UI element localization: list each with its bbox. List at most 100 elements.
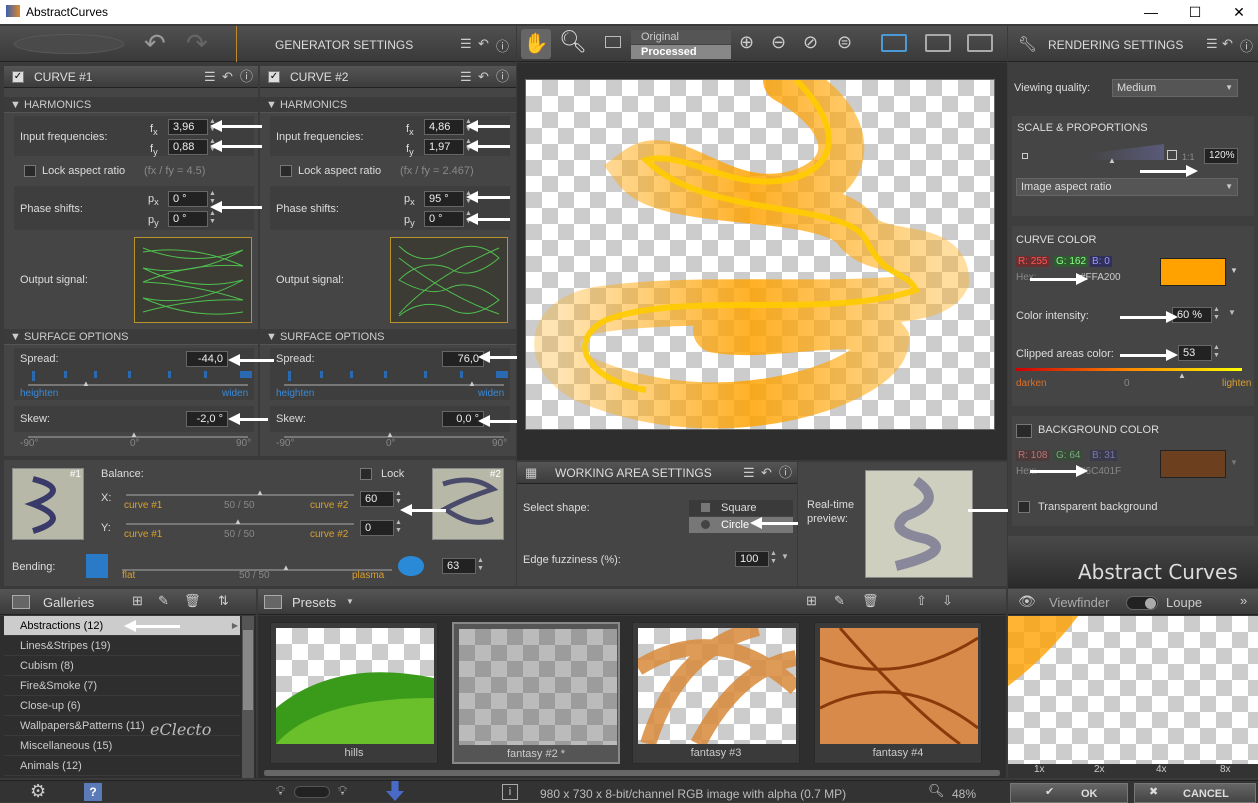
hand-tool-icon[interactable]: ✋ <box>521 29 551 59</box>
preset-card[interactable]: hills <box>270 622 438 764</box>
px-input[interactable]: 0 ° <box>168 191 208 207</box>
bg-color-dropdown-icon[interactable]: ▼ <box>1230 458 1238 467</box>
fx-input[interactable]: 3,96 <box>168 119 208 135</box>
harmonics-section[interactable]: ▼ HARMONICS <box>4 97 258 113</box>
y-balance-input[interactable]: 0 <box>360 520 394 536</box>
info-icon[interactable]: ⓘ <box>496 66 509 88</box>
gallery-item[interactable]: Cubism (8) <box>4 656 240 676</box>
clipped-stepper[interactable]: ▲ ▼ <box>1213 344 1220 360</box>
delete-preset-icon[interactable]: 🗑︎ <box>862 593 879 609</box>
preset-card[interactable]: fantasy #3 <box>632 620 802 764</box>
x-balance-slider[interactable] <box>126 494 354 496</box>
gallery-item[interactable]: Miscellaneous (15) <box>4 736 240 756</box>
curve1-enable-checkbox[interactable]: ✓ <box>12 71 24 83</box>
image-view-icon[interactable] <box>605 36 621 48</box>
intensity-dropdown-icon[interactable]: ▼ <box>1228 308 1236 317</box>
spread-input[interactable]: -44,0 <box>186 351 228 367</box>
slider-thumb[interactable]: ▲ <box>256 488 264 497</box>
balance-lock-checkbox[interactable] <box>360 468 372 480</box>
fy-input[interactable]: 0,88 <box>168 139 208 155</box>
gallery-item[interactable]: Lines&Stripes (19) <box>4 636 240 656</box>
settings-gear-icon[interactable]: ⚙ <box>30 781 46 802</box>
preset-card[interactable]: fantasy #4 <box>814 622 982 764</box>
bending-stepper[interactable]: ▲ ▼ <box>477 557 484 573</box>
viewfinder-image[interactable] <box>1008 616 1258 764</box>
galleries-scrollbar[interactable] <box>242 616 254 778</box>
maximize-button[interactable]: ☐ <box>1180 2 1210 22</box>
fullscreen-icon[interactable] <box>967 34 993 52</box>
help-icon[interactable]: ? <box>84 783 102 801</box>
reset-icon[interactable]: ↶ <box>222 66 233 88</box>
canvas-area[interactable] <box>517 63 1007 460</box>
add-gallery-icon[interactable]: ⊞ <box>132 593 143 609</box>
sort-icon[interactable]: ⇅ <box>218 593 229 609</box>
expand-icon[interactable]: » <box>1240 593 1247 608</box>
reset-icon[interactable]: ↶ <box>761 462 772 484</box>
bending-input[interactable]: 63 <box>442 558 476 574</box>
fit-window-icon[interactable] <box>925 34 951 52</box>
zoom-input[interactable]: 120% <box>1204 148 1238 164</box>
redo-icon[interactable]: ↷ <box>186 28 208 59</box>
slider-thumb[interactable]: ▲ <box>1178 371 1186 380</box>
transparent-background-checkbox[interactable] <box>1018 501 1030 513</box>
lightbulb-on-icon[interactable]: 💡︎ <box>338 783 347 799</box>
slider-thumb[interactable]: ▲ <box>468 379 476 388</box>
download-preset-icon[interactable]: ⇩ <box>942 593 953 609</box>
fuzz-stepper[interactable]: ▲ ▼ <box>770 550 777 566</box>
toggle-switch[interactable] <box>294 786 330 798</box>
py-input[interactable]: 0 ° <box>424 211 464 227</box>
slider-thumb[interactable]: ▲ <box>82 379 90 388</box>
menu-icon[interactable]: ☰ <box>1206 36 1218 52</box>
intensity-stepper[interactable]: ▲ ▼ <box>1213 306 1220 322</box>
curve-color-swatch[interactable] <box>1160 258 1226 286</box>
gallery-item[interactable]: Animals (12) <box>4 756 240 776</box>
surface-options-section[interactable]: ▼ SURFACE OPTIONS <box>260 329 516 345</box>
viewfinder-loupe-toggle[interactable] <box>1126 596 1158 610</box>
zoom-4x-button[interactable]: 4x <box>1156 764 1167 775</box>
zoom-1x-button[interactable]: 1x <box>1034 764 1045 775</box>
info-icon[interactable]: ⓘ <box>496 36 509 55</box>
reset-icon[interactable]: ↶ <box>478 66 489 88</box>
image-canvas[interactable] <box>525 79 995 430</box>
aspect-ratio-select[interactable]: Image aspect ratio ▼ <box>1016 178 1238 196</box>
slider-thumb[interactable]: ▲ <box>282 563 290 572</box>
curve2-enable-checkbox[interactable]: ✓ <box>268 71 280 83</box>
background-color-swatch[interactable] <box>1160 450 1226 478</box>
menu-icon[interactable]: ☰ <box>460 36 472 52</box>
edge-fuzziness-input[interactable]: 100 <box>735 551 769 567</box>
clipped-gradient-slider[interactable] <box>1016 368 1242 371</box>
gallery-item[interactable]: Abstractions (12) ▶ <box>4 616 240 636</box>
info-icon[interactable]: ⓘ <box>240 66 253 88</box>
harmonics-section[interactable]: ▼ HARMONICS <box>260 97 516 113</box>
edit-preset-icon[interactable]: ✎ <box>834 593 845 609</box>
ok-button[interactable]: ✔ OK <box>1010 783 1128 803</box>
close-button[interactable]: ✕ <box>1224 2 1254 22</box>
fy-input[interactable]: 1,97 <box>424 139 464 155</box>
add-point-icon[interactable]: ⊕ <box>739 32 754 53</box>
menu-icon[interactable]: ☰ <box>460 66 472 88</box>
edit-gallery-icon[interactable]: ✎ <box>158 593 169 609</box>
px-input[interactable]: 95 ° <box>424 191 464 207</box>
reset-icon[interactable]: ↶ <box>478 36 489 52</box>
gallery-item[interactable]: Close-up (6) <box>4 696 240 716</box>
lightbulb-icon[interactable]: 💡︎ <box>276 783 285 799</box>
info-icon[interactable]: ⓘ <box>1240 36 1253 55</box>
slider-thumb[interactable]: ▲ <box>234 517 242 526</box>
x-balance-input[interactable]: 60 <box>360 491 394 507</box>
clear-points-icon[interactable]: ⊘ <box>803 32 818 53</box>
presets-title[interactable]: Presets <box>292 595 336 610</box>
spread-slider[interactable] <box>28 371 252 381</box>
y-stepper[interactable]: ▲ ▼ <box>395 519 402 535</box>
viewing-quality-select[interactable]: Medium ▼ <box>1112 79 1238 97</box>
reset-icon[interactable]: ↶ <box>1222 36 1233 52</box>
lock-aspect-checkbox[interactable] <box>280 165 292 177</box>
clipped-areas-input[interactable]: 53 <box>1178 345 1212 361</box>
fx-input[interactable]: 4,86 <box>424 119 464 135</box>
undo-icon[interactable]: ↶ <box>144 28 166 59</box>
lock-aspect-checkbox[interactable] <box>24 165 36 177</box>
color-intensity-input[interactable]: 60 % <box>1172 307 1212 323</box>
menu-icon[interactable]: ☰ <box>204 66 216 88</box>
delete-gallery-icon[interactable]: 🗑︎ <box>184 593 201 609</box>
download-arrow-icon[interactable] <box>386 781 404 801</box>
add-preset-icon[interactable]: ⊞ <box>806 593 817 609</box>
